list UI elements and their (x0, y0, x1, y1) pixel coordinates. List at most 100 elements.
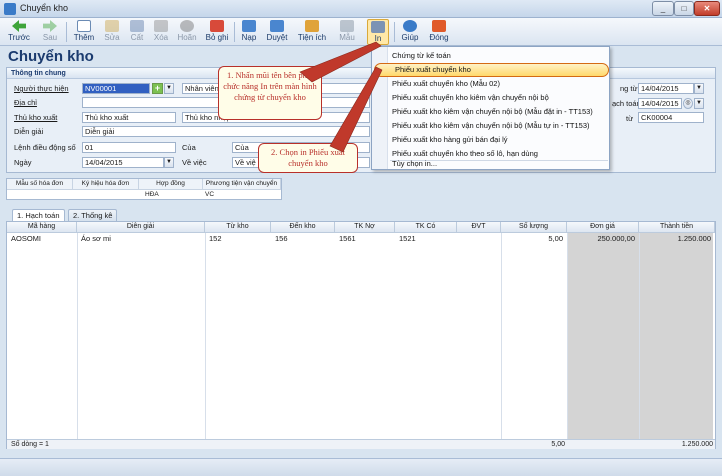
tab-accounting[interactable]: 1. Hạch toán (12, 209, 65, 221)
menu-item-print-options[interactable]: Tùy chọn in... (372, 157, 609, 171)
sync-date-button[interactable]: ◎ (683, 98, 693, 109)
invoice-header: Mẫu số hóa đơn (7, 179, 73, 190)
edit-icon (105, 20, 119, 32)
unit-price-cell[interactable]: 250.000,00 (567, 234, 637, 244)
callout-step-2: 2. Chọn in Phiếu xuất chuyển kho (258, 143, 358, 173)
column-header[interactable]: Diễn giải (77, 222, 205, 233)
utilities-button[interactable]: Tiện ích (294, 19, 330, 45)
transport-cell[interactable]: VC (203, 190, 214, 200)
save-icon (130, 20, 144, 32)
invoice-header: Ký hiệu hóa đơn (73, 179, 139, 190)
column-header[interactable]: Thành tiền (639, 222, 715, 233)
window-title: Chuyển kho (20, 3, 69, 13)
to-warehouse-cell[interactable]: 156 (273, 234, 333, 244)
close-icon (432, 20, 446, 32)
date-label: Ngày (14, 158, 32, 167)
invoice-header: Hợp đồng (139, 179, 203, 190)
print-icon (371, 21, 385, 33)
menu-item-transfer-slip[interactable]: Phiếu xuất chuyển kho (374, 63, 609, 77)
delete-icon (154, 20, 168, 32)
amount-total: 1.250.000 (681, 441, 713, 448)
invoice-header: Phương tiện vận chuyển (203, 179, 281, 190)
of-label: Của (182, 143, 196, 152)
item-code-cell[interactable]: AOSOMI (9, 234, 75, 244)
menu-item-internal-transport[interactable]: Phiếu xuất chuyển kho kiêm vận chuyển nộ… (372, 91, 609, 105)
column-header[interactable]: Mã hàng (7, 222, 77, 233)
column-header[interactable]: TK Nợ (335, 222, 395, 233)
menu-item-transfer-slip-02[interactable]: Phiếu xuất chuyển kho (Mẫu 02) (372, 77, 609, 91)
menu-item-agent-consignment[interactable]: Phiếu xuất kho hàng gửi bán đại lý (372, 133, 609, 147)
grid-footer: Số dòng = 1 5,00 1.250.000 (7, 439, 715, 449)
export-keeper-input[interactable]: Thủ kho xuất (82, 112, 176, 123)
form-title: Chuyển kho (8, 48, 94, 65)
description-label: Diễn giải (14, 127, 44, 136)
menu-item-internal-selfprint[interactable]: Phiếu xuất kho kiêm vận chuyển nội bộ (M… (372, 119, 609, 133)
quantity-total: 5,00 (551, 441, 565, 448)
amount-cell[interactable]: 1.250.000 (639, 234, 713, 244)
description-input[interactable]: Diễn giải (82, 126, 370, 137)
edit-button[interactable]: Sửa (100, 19, 124, 45)
browse-button[interactable]: Duyệt (262, 19, 292, 45)
performer-input[interactable]: NV00001 (82, 83, 150, 94)
contract-cell[interactable]: HĐA (143, 190, 159, 200)
arrow-right-icon (43, 20, 57, 32)
date-input[interactable]: 14/04/2015 (82, 157, 164, 168)
voucher-no-input[interactable]: CK00004 (638, 112, 704, 123)
address-label: Địa chỉ (14, 98, 37, 107)
voucher-date-dropdown[interactable]: ▼ (694, 83, 704, 94)
minimize-button[interactable]: _ (652, 1, 674, 16)
save-button[interactable]: Cất (126, 19, 148, 45)
quantity-cell[interactable]: 5,00 (501, 234, 565, 244)
transfer-order-label: Lệnh điều động số (14, 143, 76, 152)
app-icon (4, 3, 16, 15)
delete-button[interactable]: Xóa (150, 19, 172, 45)
reload-button[interactable]: Nạp (238, 19, 260, 45)
date-dropdown[interactable]: ▼ (164, 157, 174, 168)
transfer-order-input[interactable]: 01 (82, 142, 176, 153)
undo-button[interactable]: Hoãn (174, 19, 200, 45)
add-performer-button[interactable]: + (152, 83, 163, 94)
utilities-icon (305, 20, 319, 32)
posting-date-input[interactable]: 14/04/2015 (638, 98, 682, 109)
print-menu: Chứng từ kế toán Phiếu xuất chuyển kho P… (371, 46, 610, 170)
column-header[interactable]: Đến kho (271, 222, 335, 233)
template-button[interactable]: Mẫu (332, 19, 362, 45)
browse-icon (270, 20, 284, 32)
help-icon (403, 20, 417, 32)
tab-statistics[interactable]: 2. Thống kê (68, 209, 118, 221)
prev-button[interactable]: Trước (4, 19, 34, 45)
column-header[interactable]: Từ kho (205, 222, 271, 233)
title-bar: Chuyển kho _ □ ✕ (0, 0, 722, 18)
posting-date-dropdown[interactable]: ▼ (694, 98, 704, 109)
export-keeper-label: Thủ kho xuất (14, 113, 58, 122)
voucher-no-label: từ (626, 114, 634, 123)
column-header[interactable]: TK Có (395, 222, 457, 233)
arrow-left-icon (12, 20, 26, 32)
performer-dropdown[interactable]: ▼ (164, 83, 174, 94)
callout-step-1: 1. Nhấn mũi tên bên phải chức năng In tr… (218, 66, 322, 120)
close-button[interactable]: Đóng (426, 19, 452, 45)
close-window-button[interactable]: ✕ (694, 1, 720, 16)
credit-account-cell[interactable]: 1521 (397, 234, 455, 244)
column-header[interactable]: Đơn giá (567, 222, 639, 233)
print-button[interactable]: In (367, 19, 389, 45)
help-button[interactable]: Giúp (398, 19, 422, 45)
undo-icon (180, 20, 194, 32)
performer-label: Người thực hiện (14, 84, 69, 93)
menu-item-accounting-voucher[interactable]: Chứng từ kế toán (372, 49, 609, 63)
unpost-icon (210, 20, 224, 32)
invoice-table: Mẫu số hóa đơn Ký hiệu hóa đơn Hợp đồng … (6, 178, 282, 200)
column-header[interactable]: ĐVT (457, 222, 501, 233)
column-header[interactable]: Số lượng (501, 222, 567, 233)
maximize-button[interactable]: □ (674, 1, 694, 16)
unpost-button[interactable]: Bỏ ghi (202, 19, 232, 45)
next-button[interactable]: Sau (36, 19, 64, 45)
item-desc-cell[interactable]: Áo sơ mi (79, 234, 203, 244)
debit-account-cell[interactable]: 1561 (337, 234, 393, 244)
voucher-date-input[interactable]: 14/04/2015 (638, 83, 694, 94)
refresh-icon (242, 20, 256, 32)
add-button[interactable]: Thêm (70, 19, 98, 45)
from-warehouse-cell[interactable]: 152 (207, 234, 269, 244)
detail-grid: Mã hàng Diễn giải Từ kho Đến kho TK Nợ T… (6, 221, 716, 449)
menu-item-internal-preprinted[interactable]: Phiếu xuất kho kiêm vận chuyển nội bộ (M… (372, 105, 609, 119)
